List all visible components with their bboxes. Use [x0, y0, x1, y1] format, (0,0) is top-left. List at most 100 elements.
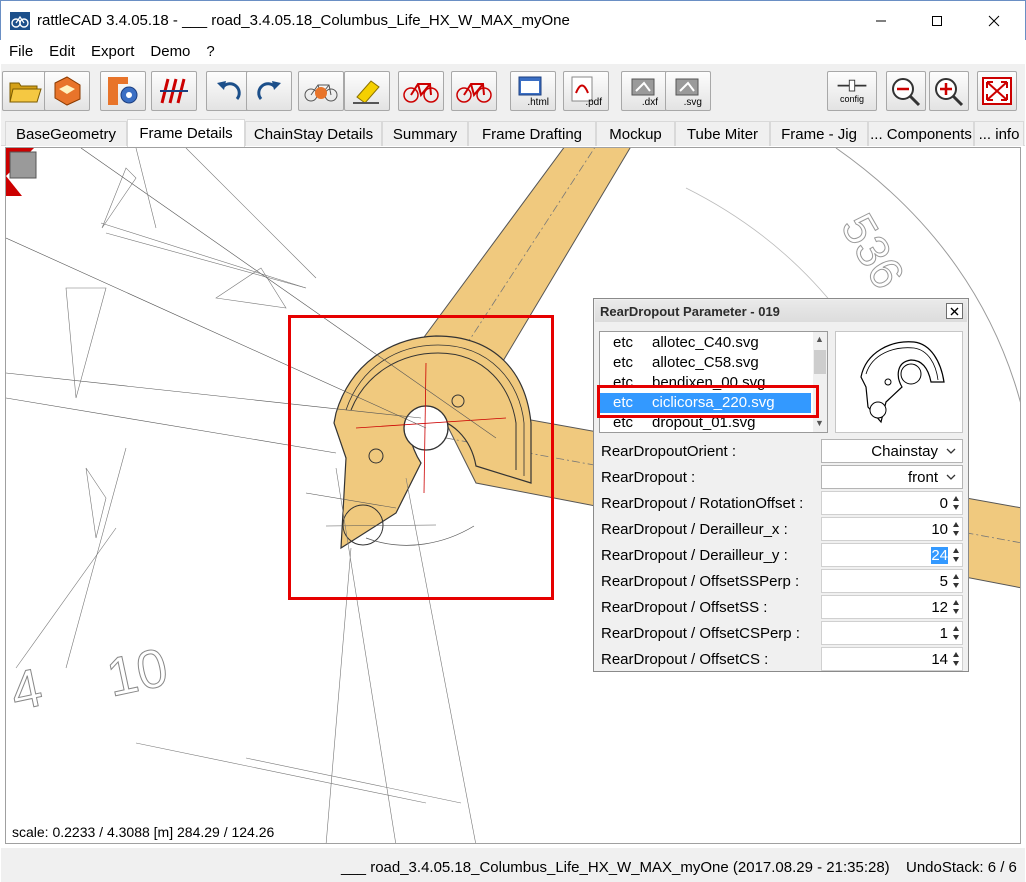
menu-demo[interactable]: Demo: [142, 41, 198, 63]
open-button[interactable]: [2, 71, 48, 111]
orient-select[interactable]: Chainstay: [821, 439, 963, 463]
minimize-icon: [876, 20, 886, 22]
save-button[interactable]: [44, 71, 90, 111]
dropout-preview-icon: [860, 341, 945, 424]
dropout-select[interactable]: front: [821, 465, 963, 489]
derailleur-y-spinbox[interactable]: 24: [821, 543, 963, 567]
minimize-button[interactable]: [858, 1, 904, 41]
param-row-offset-cs: RearDropout / OffsetCS : 14: [594, 646, 968, 672]
scroll-down-icon[interactable]: ▼: [815, 418, 824, 428]
bike-reset-button[interactable]: [298, 71, 344, 111]
spinner-arrows-icon[interactable]: [951, 519, 961, 539]
spinner-arrows-icon[interactable]: [951, 545, 961, 565]
zoom-out-icon: [892, 78, 921, 107]
title-bar: rattleCAD 3.4.05.18 - ___ road_3.4.05.18…: [0, 0, 1026, 40]
dropout-preview: [835, 331, 963, 433]
rattlecad-app-icon: [10, 12, 30, 30]
dialog-title-bar[interactable]: RearDropout Parameter - 019: [595, 300, 967, 322]
zoom-out-button[interactable]: [886, 71, 926, 111]
dimension-button[interactable]: [151, 71, 197, 111]
file-name: allotec_C58.svg: [652, 354, 759, 371]
dimension-text-536: 536: [831, 205, 914, 297]
scale-readout: scale: 0.2233 / 4.3088 [m] 284.29 / 124.…: [12, 824, 275, 840]
tab-info[interactable]: ... info: [974, 121, 1024, 146]
zoom-in-button[interactable]: [929, 71, 969, 111]
status-file-info: ___ road_3.4.05.18_Columbus_Life_HX_W_MA…: [341, 859, 890, 876]
bike-red-icon: [403, 83, 439, 103]
zoom-in-icon: [935, 78, 964, 107]
selected-file-highlight: [597, 385, 819, 418]
status-bar: ___ road_3.4.05.18_Columbus_Life_HX_W_MA…: [1, 848, 1025, 882]
scroll-up-icon[interactable]: ▲: [815, 334, 824, 344]
tab-frame-jig[interactable]: Frame - Jig: [770, 121, 868, 146]
config-button[interactable]: config: [827, 71, 877, 111]
eraser-icon: [353, 80, 380, 104]
close-icon: [950, 307, 959, 315]
dropout-highlight: [288, 315, 554, 600]
tab-frame-drafting[interactable]: Frame Drafting: [468, 121, 596, 146]
svg-text:.pdf: .pdf: [585, 97, 602, 107]
rotation-offset-spinbox[interactable]: 0: [821, 491, 963, 515]
spinner-arrows-icon[interactable]: [951, 571, 961, 591]
param-row-orient: RearDropoutOrient : Chainstay: [594, 438, 968, 464]
menu-edit[interactable]: Edit: [41, 41, 83, 63]
status-undo-stack: UndoStack: 6 / 6: [906, 859, 1017, 876]
bike-red-icon: [456, 83, 492, 103]
menu-file[interactable]: File: [1, 41, 41, 63]
eraser-button[interactable]: [344, 71, 390, 111]
spinner-arrows-icon[interactable]: [951, 493, 961, 513]
export-dxf-button[interactable]: .dxf: [621, 71, 667, 111]
offset-ss-spinbox[interactable]: 12: [821, 595, 963, 619]
file-row[interactable]: etc allotec_C40.svg: [600, 333, 811, 353]
menu-help[interactable]: ?: [198, 41, 222, 63]
param-label: RearDropout / OffsetSS :: [601, 599, 768, 616]
save-icon: [54, 76, 81, 106]
config-icon: config: [837, 79, 867, 104]
maximize-button[interactable]: [914, 1, 960, 41]
chevron-down-icon: [946, 448, 956, 454]
file-row[interactable]: etc allotec_C58.svg: [600, 353, 811, 373]
param-row-derailleur-y: RearDropout / Derailleur_y : 24: [594, 542, 968, 568]
dialog-close-button[interactable]: [946, 303, 963, 319]
svg-text:.html: .html: [527, 97, 549, 107]
param-row-rotation-offset: RearDropout / RotationOffset : 0: [594, 490, 968, 516]
spinner-arrows-icon[interactable]: [951, 623, 961, 643]
file-name: allotec_C40.svg: [652, 334, 759, 351]
tab-mockup[interactable]: Mockup: [596, 121, 675, 146]
spinner-arrows-icon[interactable]: [951, 649, 961, 669]
param-label: RearDropout / OffsetCSPerp :: [601, 625, 800, 642]
tab-tube-miter[interactable]: Tube Miter: [675, 121, 770, 146]
menu-export[interactable]: Export: [83, 41, 142, 63]
rear-dropout-parameter-dialog: RearDropout Parameter - 019 etc allotec_…: [593, 298, 969, 672]
param-row-dropout: RearDropout : front: [594, 464, 968, 490]
bike-view-button-2[interactable]: [451, 71, 497, 111]
derailleur-x-spinbox[interactable]: 10: [821, 517, 963, 541]
param-row-offset-ss: RearDropout / OffsetSS : 12: [594, 594, 968, 620]
redo-button[interactable]: [246, 71, 292, 111]
close-button[interactable]: [971, 1, 1017, 41]
tab-basegeometry[interactable]: BaseGeometry: [5, 121, 127, 146]
tab-chainstay-details[interactable]: ChainStay Details: [245, 121, 382, 146]
menu-bar: File Edit Export Demo ?: [1, 40, 1025, 64]
offset-cs-spinbox[interactable]: 14: [821, 647, 963, 671]
frame-settings-button[interactable]: [100, 71, 146, 111]
export-pdf-icon: .pdf: [571, 76, 602, 107]
bike-view-button-1[interactable]: [398, 71, 444, 111]
scroll-thumb[interactable]: [814, 350, 826, 374]
chevron-down-icon: [946, 474, 956, 480]
export-html-button[interactable]: .html: [510, 71, 556, 111]
param-row-derailleur-x: RearDropout / Derailleur_x : 10: [594, 516, 968, 542]
tab-bar: BaseGeometry Frame Details ChainStay Det…: [1, 119, 1025, 147]
tab-summary[interactable]: Summary: [382, 121, 468, 146]
param-row-offset-ss-perp: RearDropout / OffsetSSPerp : 5: [594, 568, 968, 594]
export-svg-button[interactable]: .svg: [665, 71, 711, 111]
offset-cs-perp-spinbox[interactable]: 1: [821, 621, 963, 645]
tab-components[interactable]: ... Components: [868, 121, 974, 146]
offset-ss-perp-spinbox[interactable]: 5: [821, 569, 963, 593]
param-label: RearDropout / RotationOffset :: [601, 495, 804, 512]
spinner-arrows-icon[interactable]: [951, 597, 961, 617]
param-label: RearDropout / Derailleur_y :: [601, 547, 788, 564]
fit-to-window-button[interactable]: [977, 71, 1017, 111]
tab-frame-details[interactable]: Frame Details: [127, 119, 245, 147]
export-pdf-button[interactable]: .pdf: [563, 71, 609, 111]
